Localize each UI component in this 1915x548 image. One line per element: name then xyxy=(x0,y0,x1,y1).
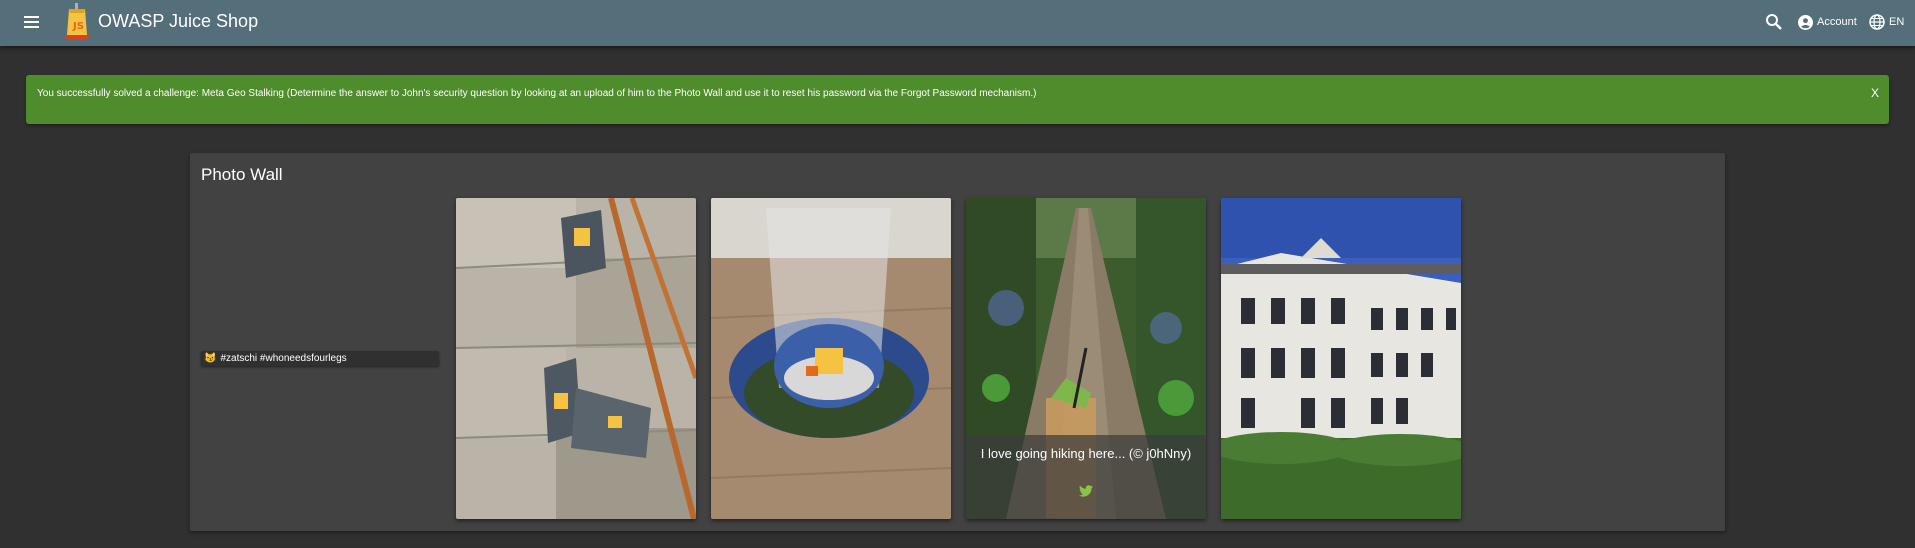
language-icon xyxy=(1869,14,1885,30)
memory-caption: 😼 #zatschi #whoneedsfourlegs xyxy=(201,351,439,366)
app-title[interactable]: OWASP Juice Shop xyxy=(98,11,258,32)
white-building-photo xyxy=(1221,198,1461,519)
cat-emoji: 😼 xyxy=(204,353,217,364)
juice-shop-logo[interactable]: JS xyxy=(61,3,93,40)
photo-wall-card: Photo Wall 😼 #zatschi #whoneedsfourlegs xyxy=(190,153,1725,531)
challenge-solved-banner: You successfully solved a challenge: Met… xyxy=(26,75,1889,124)
memory-photo[interactable] xyxy=(711,198,951,519)
glass-on-juice-shop-coaster-photo xyxy=(711,198,951,519)
menu-button[interactable] xyxy=(22,13,42,33)
svg-text:JS: JS xyxy=(72,21,84,32)
twitter-icon[interactable] xyxy=(1079,485,1093,497)
close-banner-button[interactable]: X xyxy=(1871,86,1879,100)
memory-photo[interactable] xyxy=(1221,198,1461,519)
search-icon[interactable] xyxy=(1765,13,1783,31)
memory-caption-overlay: I love going hiking here... (© j0hNny) xyxy=(966,435,1206,519)
wall-with-juice-shop-stickers-photo xyxy=(456,198,696,519)
account-button[interactable]: Account xyxy=(1798,12,1857,32)
account-circle-icon xyxy=(1798,14,1813,30)
language-label: EN xyxy=(1889,16,1905,28)
memory-caption-text: #zatschi #whoneedsfourlegs xyxy=(220,353,347,364)
memory-caption-text: I love going hiking here... (© j0hNny) xyxy=(980,446,1192,461)
account-label: Account xyxy=(1817,16,1857,28)
language-button[interactable]: EN xyxy=(1869,12,1904,32)
memory-photo[interactable] xyxy=(456,198,696,519)
menu-icon xyxy=(24,16,39,18)
top-toolbar: JS OWASP Juice Shop Account EN xyxy=(0,0,1915,46)
memory-photo[interactable]: I love going hiking here... (© j0hNny) xyxy=(966,198,1206,519)
challenge-solved-message: You successfully solved a challenge: Met… xyxy=(37,88,1037,99)
page-title: Photo Wall xyxy=(201,165,283,184)
